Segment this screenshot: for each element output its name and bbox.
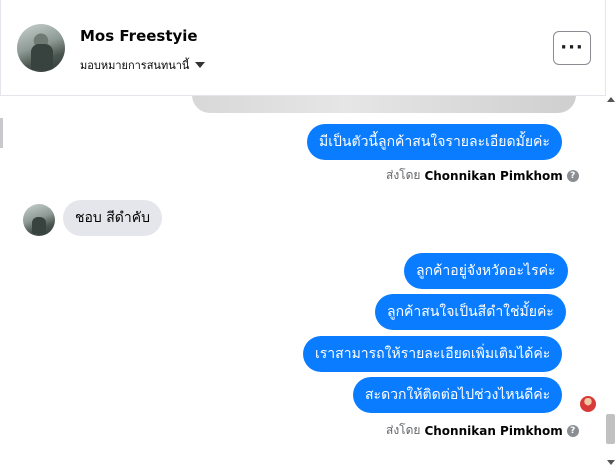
outgoing-message[interactable]: มีเป็นตัวนี้ลูกค้าสนใจรายละเอียดมั้ยค่ะ bbox=[307, 124, 562, 160]
chevron-down-icon bbox=[195, 62, 206, 68]
info-icon[interactable]: ? bbox=[566, 424, 579, 437]
sent-by-agent: Chonnikan Pimkhom bbox=[424, 423, 563, 438]
sent-by-label: ส่งโดย Chonnikan Pimkhom ? bbox=[386, 421, 579, 440]
outgoing-message[interactable]: เราสามารถให้รายละเอียดเพิ่มเติมได้ค่ะ bbox=[303, 336, 563, 372]
sent-by-prefix: ส่งโดย bbox=[386, 168, 421, 182]
more-options-icon: ··· bbox=[560, 37, 584, 58]
outgoing-message[interactable]: ลูกค้าสนใจเป็นสีดำใช่มั้ยค่ะ bbox=[375, 294, 566, 330]
scroll-up-arrow[interactable] bbox=[607, 97, 615, 102]
left-panel-edge bbox=[0, 118, 3, 148]
sent-by-label: ส่งโดย Chonnikan Pimkhom ? bbox=[386, 166, 579, 185]
more-options-button[interactable]: ··· bbox=[553, 31, 591, 65]
assign-conversation-label: มอบหมายการสนทนานี้ bbox=[80, 59, 190, 72]
contact-name[interactable]: Mos Freestyie bbox=[80, 27, 198, 45]
sent-by-prefix: ส่งโดย bbox=[386, 423, 421, 437]
scrollbar-thumb[interactable] bbox=[606, 414, 615, 444]
contact-avatar[interactable] bbox=[17, 24, 65, 72]
scroll-down-arrow[interactable] bbox=[607, 460, 615, 465]
sent-by-agent: Chonnikan Pimkhom bbox=[424, 168, 563, 183]
conversation-header: Mos Freestyie มอบหมายการสนทนานี้ ··· bbox=[0, 0, 606, 96]
info-icon[interactable]: ? bbox=[566, 169, 579, 182]
contact-avatar-small[interactable] bbox=[23, 204, 55, 236]
assign-conversation-dropdown[interactable]: มอบหมายการสนทนานี้ bbox=[80, 56, 206, 74]
incoming-message[interactable]: ชอบ สีดำคับ bbox=[63, 200, 162, 236]
outgoing-message[interactable]: สะดวกให้ติดต่อไปช่วงไหนดีค่ะ bbox=[353, 377, 563, 413]
seen-by-avatar bbox=[580, 396, 596, 412]
outgoing-message[interactable]: ลูกค้าอยู่จังหวัดอะไรค่ะ bbox=[404, 253, 568, 289]
